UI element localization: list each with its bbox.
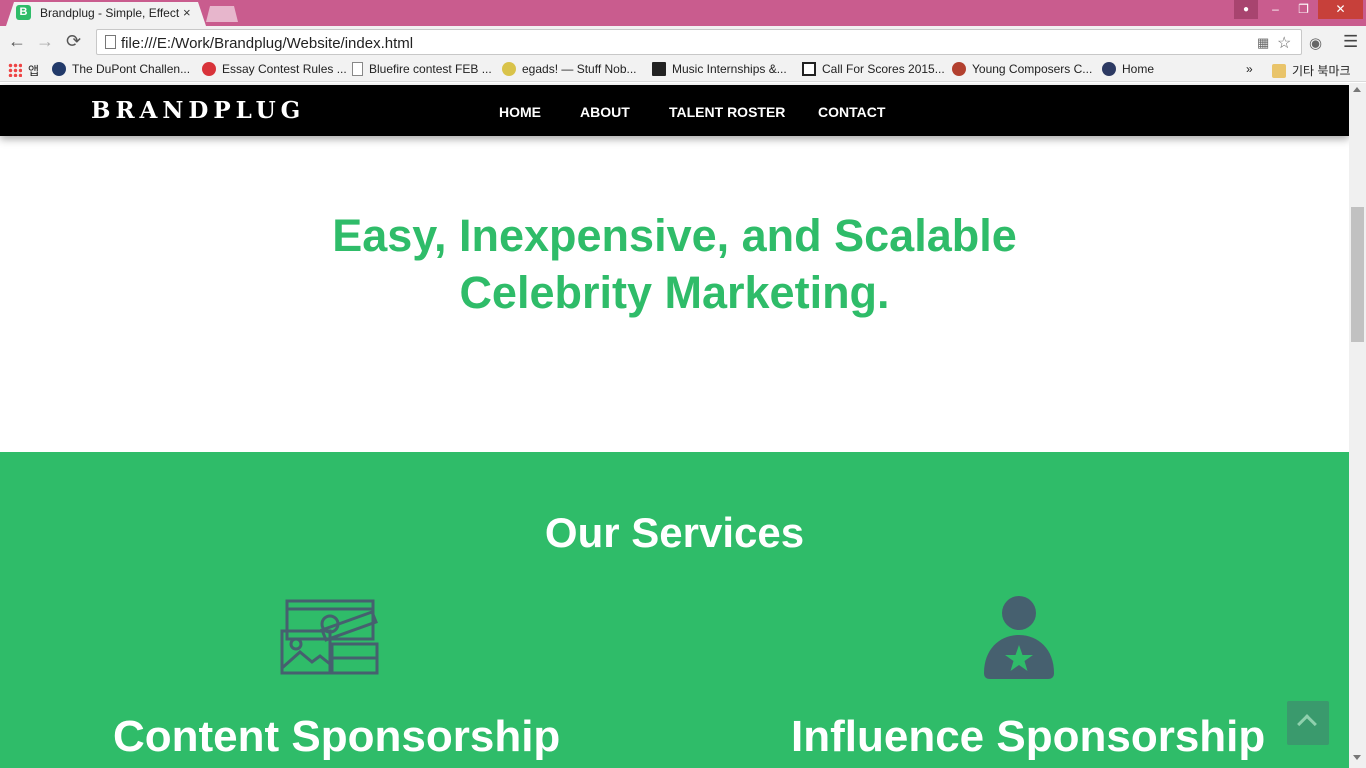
scroll-down-arrow-icon[interactable]: [1353, 755, 1361, 760]
bookmark-egads[interactable]: egads! — Stuff Nob...: [502, 62, 637, 76]
scroll-up-arrow-icon[interactable]: [1353, 87, 1361, 92]
bookmark-call-for-scores[interactable]: Call For Scores 2015...: [802, 62, 945, 76]
red-flower-icon: [202, 62, 216, 76]
brandplug-favicon-icon: B: [16, 5, 31, 20]
service-title-content: Content Sponsorship: [113, 712, 561, 761]
minimize-button[interactable]: –: [1262, 0, 1289, 19]
scroll-thumb[interactable]: [1351, 207, 1364, 342]
composers-icon: [952, 62, 966, 76]
hero-heading-line2: Celebrity Marketing.: [459, 267, 890, 318]
bookmark-apps[interactable]: 앱: [28, 62, 39, 79]
site-navbar: BRANDPLUG HOME ABOUT TALENT ROSTER CONTA…: [0, 85, 1349, 136]
kiwanis-icon: [1102, 62, 1116, 76]
bookmark-dupont[interactable]: The DuPont Challen...: [52, 62, 190, 76]
reload-icon[interactable]: ⟳: [66, 32, 81, 50]
nav-contact[interactable]: CONTACT: [818, 104, 885, 120]
user-profile-icon[interactable]: ●: [1234, 0, 1258, 19]
apps-grid-icon[interactable]: [8, 63, 22, 77]
other-bookmarks[interactable]: 기타 북마크: [1272, 62, 1351, 79]
nav-home[interactable]: HOME: [499, 104, 541, 120]
tab-close-icon[interactable]: ×: [183, 5, 191, 20]
bookmarks-bar: 앱 The DuPont Challen... Essay Contest Ru…: [0, 58, 1366, 82]
restore-button[interactable]: ❐: [1290, 0, 1317, 19]
service-title-influence: Influence Sponsorship: [791, 712, 1266, 761]
chevron-up-icon: [1297, 714, 1317, 734]
chrome-menu-icon[interactable]: ☰: [1343, 32, 1358, 52]
browser-titlebar: B Brandplug - Simple, Effect × ● – ❐ ✕: [0, 0, 1366, 26]
services-section: Our Services Content Sponsorship Influen…: [0, 452, 1349, 768]
dupont-icon: [52, 62, 66, 76]
nav-about[interactable]: ABOUT: [580, 104, 630, 120]
bookmarks-overflow-button[interactable]: »: [1246, 62, 1253, 76]
nav-talent-roster[interactable]: TALENT ROSTER: [669, 104, 785, 120]
bookmark-essay-contest[interactable]: Essay Contest Rules ...: [202, 62, 347, 76]
tab-title[interactable]: Brandplug - Simple, Effect: [40, 6, 180, 20]
back-to-top-button[interactable]: [1287, 701, 1329, 745]
back-arrow-icon[interactable]: ←: [8, 32, 26, 50]
services-title: Our Services: [544, 509, 805, 556]
url-text[interactable]: file:///E:/Work/Brandplug/Website/index.…: [121, 35, 413, 52]
bookmark-home[interactable]: Home: [1102, 62, 1154, 76]
page-icon: [352, 62, 363, 76]
address-bar[interactable]: file:///E:/Work/Brandplug/Website/index.…: [96, 29, 1302, 55]
media-content-icon: [280, 599, 379, 675]
score-icon: [802, 62, 816, 76]
extension-icon[interactable]: ◉: [1309, 34, 1322, 52]
new-tab-button[interactable]: [206, 6, 238, 22]
bookmark-star-icon[interactable]: ☆: [1277, 33, 1291, 53]
page-icon: [105, 35, 116, 49]
forward-arrow-icon[interactable]: →: [36, 32, 54, 50]
page-viewport: BRANDPLUG HOME ABOUT TALENT ROSTER CONTA…: [0, 83, 1349, 768]
brand-logo[interactable]: BRANDPLUG: [91, 97, 305, 124]
music-icon: [652, 62, 666, 76]
bookmark-music-internships[interactable]: Music Internships &...: [652, 62, 787, 76]
bookmark-young-composers[interactable]: Young Composers C...: [952, 62, 1092, 76]
hero-heading-line1: Easy, Inexpensive, and Scalable: [332, 210, 1017, 261]
star-person-icon: [984, 596, 1054, 679]
hero-heading: Easy, Inexpensive, and Scalable Celebrit…: [200, 207, 1149, 321]
close-window-button[interactable]: ✕: [1318, 0, 1363, 19]
translate-icon[interactable]: ▦: [1257, 35, 1269, 51]
egads-icon: [502, 62, 516, 76]
bookmark-bluefire[interactable]: Bluefire contest FEB ...: [352, 62, 492, 76]
browser-toolbar: ← → ⟳ file:///E:/Work/Brandplug/Website/…: [0, 26, 1366, 58]
page-scrollbar[interactable]: [1349, 83, 1366, 768]
folder-icon: [1272, 64, 1286, 78]
